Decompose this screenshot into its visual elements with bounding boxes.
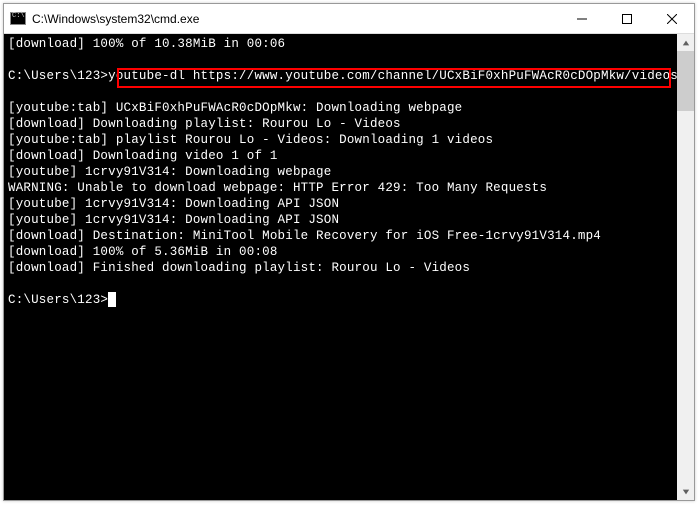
cmd-window: C:\ C:\Windows\system32\cmd.exe [downloa… xyxy=(3,3,695,501)
terminal-line: [download] 100% of 5.36MiB in 00:08 xyxy=(8,244,673,260)
scroll-thumb[interactable] xyxy=(677,51,694,111)
terminal-line: [youtube:tab] UCxBiF0xhPuFWAcR0cDOpMkw: … xyxy=(8,100,673,116)
scrollbar[interactable] xyxy=(677,34,694,500)
close-button[interactable] xyxy=(649,4,694,33)
terminal-line: [download] Destination: MiniTool Mobile … xyxy=(8,228,673,244)
cmd-icon: C:\ xyxy=(10,12,26,26)
titlebar[interactable]: C:\ C:\Windows\system32\cmd.exe xyxy=(4,4,694,34)
terminal-line: C:\Users\123> xyxy=(8,292,673,308)
arrow-up-icon xyxy=(682,39,690,47)
terminal-line xyxy=(8,84,673,100)
minimize-icon xyxy=(577,14,587,24)
terminal-line: [youtube:tab] playlist Rourou Lo - Video… xyxy=(8,132,673,148)
terminal-line: [download] Downloading video 1 of 1 xyxy=(8,148,673,164)
terminal-line: [download] 100% of 10.38MiB in 00:06 xyxy=(8,36,673,52)
terminal-line: [youtube] 1crvy91V314: Downloading webpa… xyxy=(8,164,673,180)
arrow-down-icon xyxy=(682,488,690,496)
terminal-line: C:\Users\123>youtube-dl https://www.yout… xyxy=(8,68,673,84)
scroll-up-button[interactable] xyxy=(677,34,694,51)
terminal-line: [youtube] 1crvy91V314: Downloading API J… xyxy=(8,212,673,228)
terminal-output: [download] 100% of 10.38MiB in 00:06 C:\… xyxy=(8,36,690,308)
terminal-line: [youtube] 1crvy91V314: Downloading API J… xyxy=(8,196,673,212)
terminal-line: [download] Downloading playlist: Rourou … xyxy=(8,116,673,132)
minimize-button[interactable] xyxy=(559,4,604,33)
window-controls xyxy=(559,4,694,33)
window-title: C:\Windows\system32\cmd.exe xyxy=(32,12,559,26)
terminal-line: WARNING: Unable to download webpage: HTT… xyxy=(8,180,673,196)
terminal-line xyxy=(8,52,673,68)
terminal-line xyxy=(8,276,673,292)
terminal-line: [download] Finished downloading playlist… xyxy=(8,260,673,276)
close-icon xyxy=(667,14,677,24)
terminal-area[interactable]: [download] 100% of 10.38MiB in 00:06 C:\… xyxy=(4,34,694,500)
maximize-button[interactable] xyxy=(604,4,649,33)
maximize-icon xyxy=(622,14,632,24)
scroll-down-button[interactable] xyxy=(677,483,694,500)
cursor xyxy=(108,292,116,307)
